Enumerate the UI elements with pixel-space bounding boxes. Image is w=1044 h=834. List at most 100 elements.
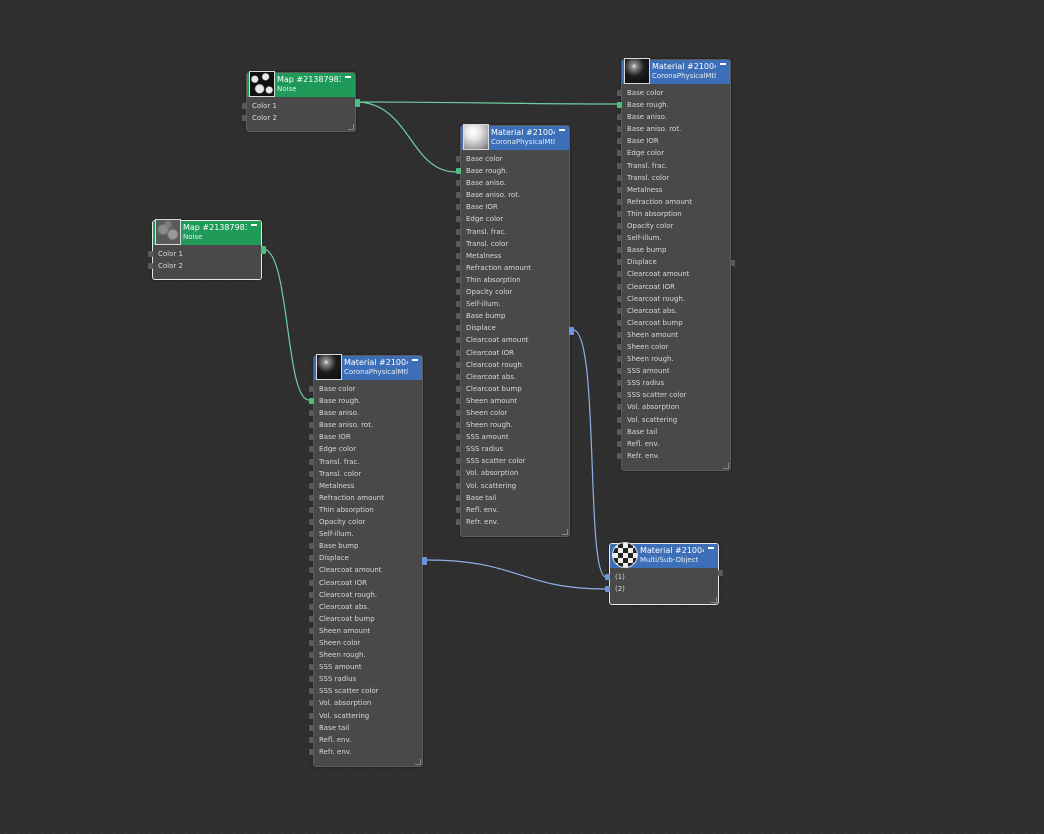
multi-sub-object-node[interactable]: Material #21004... Multi/Sub-Object (1) … bbox=[605, 542, 723, 605]
input-socket[interactable] bbox=[309, 664, 314, 671]
node-header[interactable]: Map #21387983... Noise bbox=[247, 71, 355, 97]
material-slot[interactable]: Base tail bbox=[456, 492, 569, 504]
input-socket[interactable] bbox=[309, 676, 314, 683]
material-slot[interactable]: Base tail bbox=[309, 722, 422, 734]
input-socket[interactable] bbox=[617, 343, 622, 350]
input-socket[interactable] bbox=[309, 555, 314, 562]
material-slot[interactable]: Metalness bbox=[617, 184, 730, 196]
input-socket[interactable] bbox=[617, 210, 622, 217]
input-socket[interactable] bbox=[309, 543, 314, 550]
input-socket[interactable] bbox=[617, 138, 622, 145]
corona-material-node-middle[interactable]: Material #21004... CoronaPhysicalMtl Bas… bbox=[456, 124, 574, 537]
input-socket[interactable] bbox=[456, 422, 461, 429]
input-socket[interactable] bbox=[309, 712, 314, 719]
material-slot[interactable]: Base aniso. rot. bbox=[456, 189, 569, 201]
input-socket[interactable] bbox=[456, 361, 461, 368]
input-socket[interactable] bbox=[309, 519, 314, 526]
corona-material-node-top[interactable]: Material #21004... CoronaPhysicalMtl Bas… bbox=[617, 58, 735, 471]
input-socket[interactable] bbox=[617, 283, 622, 290]
input-socket[interactable] bbox=[309, 615, 314, 622]
input-socket[interactable] bbox=[456, 168, 461, 175]
material-slot[interactable]: Clearcoat rough. bbox=[617, 293, 730, 305]
input-socket[interactable] bbox=[309, 748, 314, 755]
collapse-icon[interactable] bbox=[559, 129, 565, 131]
input-socket[interactable] bbox=[617, 247, 622, 254]
slot-sub-material-1[interactable]: (1) bbox=[605, 571, 718, 583]
material-slot[interactable]: SSS amount bbox=[617, 365, 730, 377]
material-slot[interactable]: Base aniso. bbox=[617, 111, 730, 123]
input-socket[interactable] bbox=[617, 416, 622, 423]
material-slot[interactable]: Clearcoat IOR bbox=[309, 577, 422, 589]
input-socket[interactable] bbox=[456, 446, 461, 453]
input-socket[interactable] bbox=[617, 114, 622, 121]
collapse-icon[interactable] bbox=[412, 359, 418, 361]
input-socket[interactable] bbox=[309, 736, 314, 743]
material-slot[interactable]: Refl. env. bbox=[309, 734, 422, 746]
material-slot[interactable]: Clearcoat bump bbox=[456, 383, 569, 395]
material-slot[interactable]: Sheen rough. bbox=[309, 649, 422, 661]
input-socket[interactable] bbox=[309, 724, 314, 731]
input-socket[interactable] bbox=[456, 409, 461, 416]
material-slot[interactable]: Opacity color bbox=[617, 220, 730, 232]
input-socket[interactable] bbox=[456, 276, 461, 283]
input-socket[interactable] bbox=[617, 223, 622, 230]
input-socket[interactable] bbox=[456, 252, 461, 259]
material-slot[interactable]: SSS amount bbox=[456, 431, 569, 443]
material-slot[interactable]: Clearcoat IOR bbox=[617, 281, 730, 293]
collapse-icon[interactable] bbox=[708, 547, 714, 549]
output-socket[interactable] bbox=[718, 570, 723, 576]
material-slot[interactable]: Base aniso. rot. bbox=[309, 419, 422, 431]
input-socket[interactable] bbox=[456, 470, 461, 477]
material-slot[interactable]: Refr. env. bbox=[617, 450, 730, 462]
material-slot[interactable]: Displace bbox=[617, 256, 730, 268]
collapse-icon[interactable] bbox=[720, 63, 726, 65]
input-socket[interactable] bbox=[309, 627, 314, 634]
material-slot[interactable]: Base IOR bbox=[309, 431, 422, 443]
input-socket[interactable] bbox=[309, 506, 314, 513]
input-socket[interactable] bbox=[617, 368, 622, 375]
material-slot[interactable]: Clearcoat abs. bbox=[456, 371, 569, 383]
material-slot[interactable]: Refl. env. bbox=[456, 504, 569, 516]
output-socket[interactable] bbox=[422, 557, 427, 565]
material-slot[interactable]: Sheen amount bbox=[309, 625, 422, 637]
material-slot[interactable]: Base IOR bbox=[617, 135, 730, 147]
input-socket[interactable] bbox=[456, 349, 461, 356]
material-slot[interactable]: Base bump bbox=[309, 540, 422, 552]
input-socket[interactable] bbox=[456, 204, 461, 211]
node-header[interactable]: Material #21004... Multi/Sub-Object bbox=[610, 542, 718, 568]
material-slot[interactable]: SSS radius bbox=[456, 443, 569, 455]
input-socket[interactable] bbox=[617, 162, 622, 169]
material-slot[interactable]: Clearcoat abs. bbox=[309, 601, 422, 613]
material-slot[interactable]: Sheen color bbox=[456, 407, 569, 419]
input-socket[interactable] bbox=[242, 103, 247, 109]
input-socket[interactable] bbox=[456, 216, 461, 223]
material-slot[interactable]: Clearcoat amount bbox=[617, 268, 730, 280]
resize-handle[interactable] bbox=[348, 124, 354, 130]
node-header[interactable]: Material #21004... CoronaPhysicalMtl bbox=[461, 124, 569, 150]
input-socket[interactable] bbox=[617, 307, 622, 314]
input-socket[interactable] bbox=[242, 115, 247, 122]
input-socket[interactable] bbox=[617, 198, 622, 205]
material-slot[interactable]: Self-illum. bbox=[617, 232, 730, 244]
material-slot[interactable]: Refraction amount bbox=[617, 196, 730, 208]
resize-handle[interactable] bbox=[723, 463, 729, 469]
noise-map-node-1[interactable]: Map #21387983... Noise Color 1 Color 2 bbox=[242, 71, 360, 132]
resize-handle[interactable] bbox=[711, 597, 717, 603]
input-socket[interactable] bbox=[617, 392, 622, 399]
material-slot[interactable]: Base IOR bbox=[456, 201, 569, 213]
input-socket[interactable] bbox=[148, 263, 153, 270]
material-slot[interactable]: Base aniso. bbox=[456, 177, 569, 189]
material-slot[interactable]: Sheen rough. bbox=[617, 353, 730, 365]
input-socket[interactable] bbox=[456, 494, 461, 501]
material-slot[interactable]: Transl. frac. bbox=[309, 456, 422, 468]
input-socket[interactable] bbox=[456, 301, 461, 308]
material-slot[interactable]: Transl. frac. bbox=[617, 160, 730, 172]
material-slot[interactable]: Refr. env. bbox=[309, 746, 422, 758]
node-header[interactable]: Material #21004... CoronaPhysicalMtl bbox=[314, 354, 422, 380]
resize-handle[interactable] bbox=[562, 529, 568, 535]
input-socket[interactable] bbox=[309, 579, 314, 586]
material-slot[interactable]: Thin absorption bbox=[309, 504, 422, 516]
material-slot[interactable]: Base rough. bbox=[456, 165, 569, 177]
material-slot[interactable]: Refr. env. bbox=[456, 516, 569, 528]
output-socket[interactable] bbox=[569, 327, 574, 335]
